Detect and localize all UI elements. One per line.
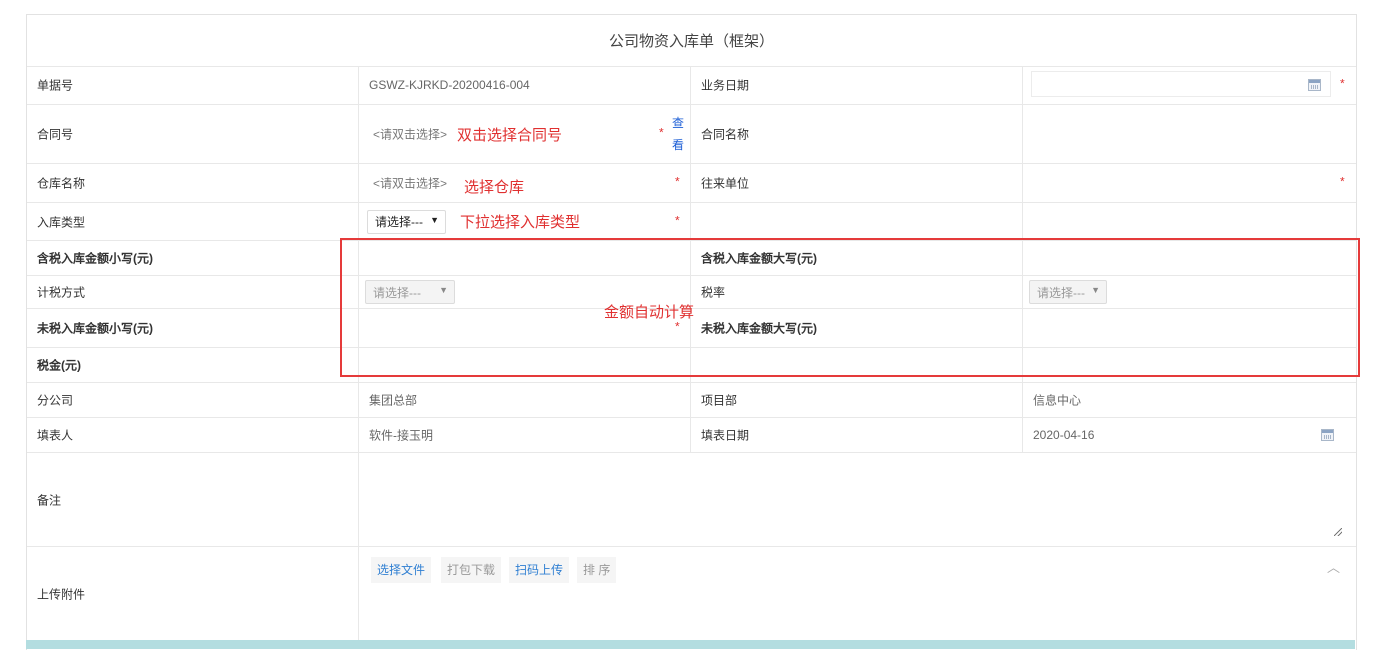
download-pack-button[interactable]: 打包下载	[441, 557, 502, 583]
tax-excl-small-label: 未税入库金额小写(元)	[37, 321, 153, 336]
chevron-up-icon[interactable]: ︿	[1327, 557, 1340, 576]
fill-date-value[interactable]: 2020-04-16	[1033, 428, 1094, 442]
calendar-icon[interactable]	[1308, 79, 1321, 91]
form-title: 公司物资入库单（框架）	[27, 15, 1356, 67]
biz-date-label: 业务日期	[701, 78, 750, 93]
warehouse-label: 仓库名称	[37, 176, 86, 191]
row-tax-incl: 含税入库金额小写(元) 含税入库金额大写(元)	[27, 241, 1356, 276]
tax-rate-select[interactable]: 请选择--- ▼	[1029, 280, 1107, 304]
required-mark: *	[659, 125, 664, 140]
attach-label: 上传附件	[37, 587, 86, 602]
fill-date-label: 填表日期	[701, 428, 750, 443]
project-label: 项目部	[701, 393, 738, 408]
row-doc-no: 单据号 GSWZ-KJRKD-20200416-004 业务日期 *	[27, 66, 1356, 105]
required-mark: *	[675, 174, 680, 189]
tax-method-label: 计税方式	[37, 285, 86, 300]
required-mark: *	[1340, 174, 1345, 189]
tax-incl-small-label: 含税入库金额小写(元)	[37, 251, 153, 266]
filler-label: 填表人	[37, 428, 74, 443]
footer-bar	[26, 640, 1355, 649]
tax-method-select[interactable]: 请选择--- ▼	[365, 280, 455, 304]
row-stock-type: 入库类型 请选择--- ▼ 下拉选择入库类型 *	[27, 203, 1356, 241]
branch-value: 集团总部	[369, 393, 418, 408]
stock-type-value: 请选择---	[375, 215, 423, 229]
row-tax-excl: 未税入库金额小写(元) 金额自动计算 * 未税入库金额大写(元)	[27, 304, 1356, 348]
tax-incl-big-label: 含税入库金额大写(元)	[701, 251, 817, 266]
choose-file-button[interactable]: 选择文件	[371, 557, 432, 583]
doc-no-label: 单据号	[37, 78, 74, 93]
row-tax-amount: 税金(元)	[27, 348, 1356, 383]
inbound-form: 公司物资入库单（框架） 单据号 GSWZ-KJRKD-20200416-004 …	[26, 14, 1357, 650]
branch-label: 分公司	[37, 393, 74, 408]
required-mark: *	[675, 213, 680, 228]
annotation-stock-type: 下拉选择入库类型	[460, 214, 581, 231]
scan-upload-button[interactable]: 扫码上传	[509, 557, 570, 583]
partner-label: 往来单位	[701, 176, 750, 191]
required-mark: *	[675, 319, 680, 334]
resize-handle-icon[interactable]	[1334, 528, 1342, 536]
remark-textarea[interactable]	[359, 453, 1356, 546]
annotation-amount: 金额自动计算	[604, 304, 695, 321]
chevron-down-icon: ▼	[430, 214, 439, 225]
tax-amount-label: 税金(元)	[37, 358, 81, 373]
tax-method-value: 请选择---	[373, 285, 421, 300]
warehouse-input[interactable]: <请双击选择>	[373, 175, 447, 192]
stock-type-select[interactable]: 请选择--- ▼	[367, 209, 446, 234]
contract-no-input[interactable]: <请双击选择>	[373, 126, 447, 143]
row-attachment: 上传附件 选择文件 打包下载 扫码上传 排 序 ︿	[27, 547, 1356, 641]
row-filler: 填表人 软件-接玉明 填表日期 2020-04-16	[27, 418, 1356, 453]
row-warehouse: 仓库名称 <请双击选择> 选择仓库 * 往来单位 *	[27, 164, 1356, 203]
annotation-warehouse: 选择仓库	[464, 179, 525, 196]
filler-value: 软件-接玉明	[369, 428, 433, 443]
chevron-down-icon: ▼	[1091, 285, 1100, 295]
required-mark: *	[1340, 76, 1345, 91]
contract-no-label: 合同号	[37, 127, 74, 142]
chevron-down-icon: ▼	[439, 285, 448, 295]
project-value: 信息中心	[1033, 393, 1082, 408]
calendar-icon[interactable]	[1321, 429, 1334, 441]
row-branch: 分公司 集团总部 项目部 信息中心	[27, 383, 1356, 418]
tax-rate-value: 请选择---	[1037, 285, 1085, 300]
stock-type-label: 入库类型	[37, 215, 86, 229]
tax-excl-big-label: 未税入库金额大写(元)	[701, 321, 817, 336]
view-contract-link[interactable]: 查看	[671, 112, 685, 156]
doc-no-value: GSWZ-KJRKD-20200416-004	[369, 78, 530, 92]
sort-button[interactable]: 排 序	[577, 557, 617, 583]
tax-rate-label: 税率	[701, 285, 726, 300]
remark-label: 备注	[37, 493, 62, 507]
biz-date-input[interactable]	[1031, 71, 1331, 97]
contract-name-label: 合同名称	[701, 127, 750, 142]
annotation-contract: 双击选择合同号	[457, 127, 563, 144]
row-contract: 合同号 <请双击选择> 双击选择合同号 * 查看 合同名称	[27, 105, 1356, 164]
row-remark: 备注	[27, 453, 1356, 547]
